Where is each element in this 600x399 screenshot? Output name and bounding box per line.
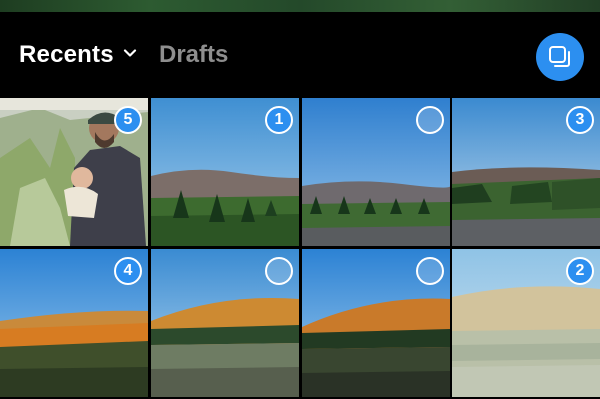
selection-badge[interactable]: 3 <box>566 106 594 134</box>
selection-badge[interactable] <box>416 106 444 134</box>
photo-thumbnail[interactable]: 3 <box>452 98 600 246</box>
selection-badge[interactable] <box>416 257 444 285</box>
gallery-header: Recents Drafts <box>0 12 600 98</box>
multi-select-button[interactable] <box>536 33 584 81</box>
photo-thumbnail[interactable] <box>151 249 299 397</box>
album-label: Recents <box>19 41 114 68</box>
photo-preview-strip <box>0 0 600 12</box>
photo-thumbnail[interactable]: 5 <box>0 98 148 246</box>
photo-thumbnail[interactable] <box>302 98 450 246</box>
selection-badge[interactable]: 2 <box>566 257 594 285</box>
photo-thumbnail[interactable]: 1 <box>151 98 299 246</box>
multi-select-icon <box>549 46 570 67</box>
photo-thumbnail[interactable]: 4 <box>0 249 148 397</box>
chevron-down-icon <box>123 49 136 57</box>
selection-badge[interactable]: 1 <box>265 106 293 134</box>
photo-grid: 5 1 3 4 2 <box>0 98 600 399</box>
drafts-tab[interactable]: Drafts <box>159 41 228 69</box>
selection-badge[interactable]: 4 <box>114 257 142 285</box>
album-selector[interactable]: Recents <box>19 41 138 69</box>
selection-badge[interactable] <box>265 257 293 285</box>
photo-thumbnail[interactable]: 2 <box>452 249 600 397</box>
photo-thumbnail[interactable] <box>302 249 450 397</box>
selection-badge[interactable]: 5 <box>114 106 142 134</box>
